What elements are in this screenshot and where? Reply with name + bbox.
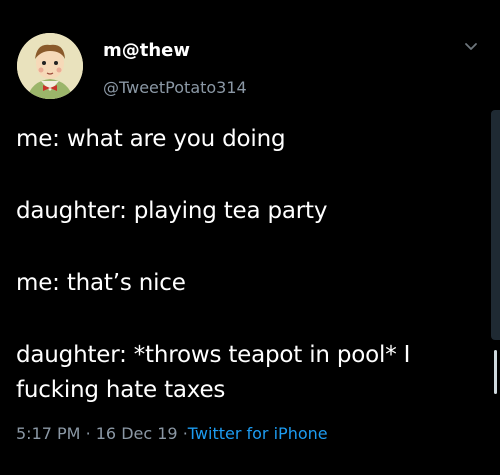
display-name[interactable]: m@thew	[103, 40, 190, 61]
tweet-time[interactable]: 5:17 PM	[16, 424, 80, 443]
chevron-down-icon[interactable]	[461, 36, 481, 56]
separator: ·	[85, 424, 91, 443]
tweet-metadata: 5:17 PM · 16 Dec 19 ·Twitter for iPhone	[16, 424, 328, 443]
avatar[interactable]	[17, 33, 83, 99]
tweet-text-line: daughter: playing tea party	[16, 198, 328, 224]
tweet-text-line: daughter: *throws teapot in pool* I	[16, 342, 411, 368]
tweet-text-line: me: that’s nice	[16, 270, 186, 296]
tweet-text-line: me: what are you doing	[16, 126, 286, 152]
scrollbar-track[interactable]	[491, 110, 500, 340]
tweet-date[interactable]: 16 Dec 19	[96, 424, 178, 443]
scrollbar-thumb[interactable]	[494, 350, 497, 394]
tweet-text-line: fucking hate taxes	[16, 377, 226, 403]
user-handle[interactable]: @TweetPotato314	[103, 78, 247, 97]
tweet-source-link[interactable]: Twitter for iPhone	[188, 424, 328, 443]
